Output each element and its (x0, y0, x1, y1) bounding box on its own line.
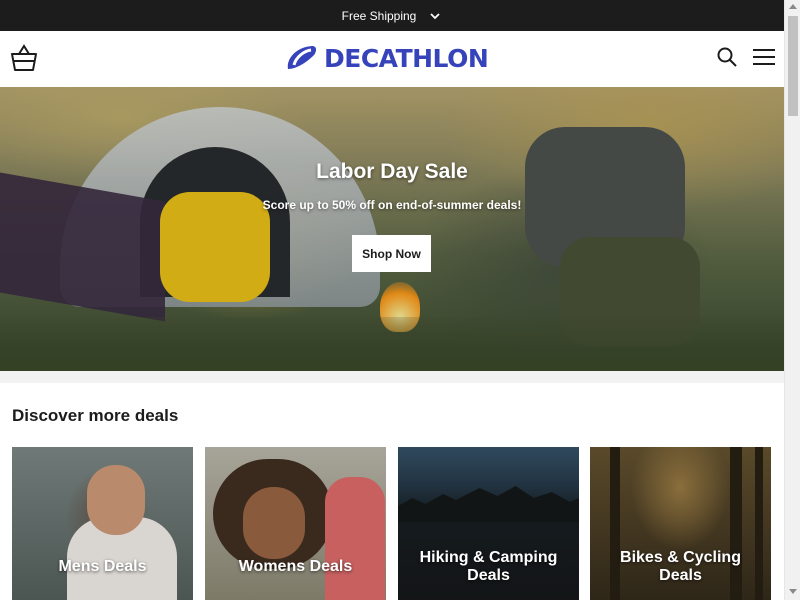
hero-banner[interactable]: Labor Day Sale Score up to 50% off on en… (0, 87, 784, 371)
deal-card-womens[interactable]: Womens Deals (205, 447, 386, 600)
deal-card-label[interactable]: Hiking & Camping Deals (398, 549, 579, 585)
decathlon-logo-icon (287, 46, 317, 69)
hero-overlay (0, 87, 784, 371)
deal-card-hiking-camping[interactable]: Hiking & Camping Deals (398, 447, 579, 600)
page-scrollbar[interactable] (784, 0, 800, 600)
deal-card-label[interactable]: Bikes & Cycling Deals (590, 549, 771, 585)
hamburger-menu-icon[interactable] (752, 47, 776, 67)
card-image-treeline-shape (398, 486, 579, 522)
card-image-face-shape (243, 487, 305, 559)
chevron-down-icon[interactable] (428, 9, 442, 23)
scroll-up-arrow-icon[interactable] (789, 4, 797, 9)
brand-name: DECATHLON (324, 43, 489, 73)
card-image-head-shape (87, 465, 145, 535)
scroll-down-arrow-icon[interactable] (789, 589, 797, 594)
shop-now-button[interactable]: Shop Now (352, 235, 431, 272)
site-header: DECATHLON (0, 31, 784, 87)
card-image-person-shape (325, 477, 385, 600)
search-icon[interactable] (716, 46, 738, 68)
hero-title: Labor Day Sale (316, 160, 468, 183)
scrollbar-thumb[interactable] (788, 16, 798, 116)
deal-card-label[interactable]: Womens Deals (205, 558, 386, 576)
announcement-bar[interactable]: Free Shipping (0, 0, 784, 31)
announcement-text[interactable]: Free Shipping (342, 9, 417, 23)
page: Free Shipping DECATHLON Labor Day Sale S… (0, 0, 800, 600)
hero-subtitle: Score up to 50% off on end-of-summer dea… (262, 198, 522, 212)
deal-card-bikes-cycling[interactable]: Bikes & Cycling Deals (590, 447, 771, 600)
deal-card-mens[interactable]: Mens Deals (12, 447, 193, 600)
brand-logo[interactable]: DECATHLON (284, 43, 489, 73)
basket-icon[interactable] (9, 43, 39, 73)
section-divider (0, 371, 784, 383)
deals-heading: Discover more deals (12, 406, 179, 425)
deal-card-label[interactable]: Mens Deals (12, 558, 193, 576)
